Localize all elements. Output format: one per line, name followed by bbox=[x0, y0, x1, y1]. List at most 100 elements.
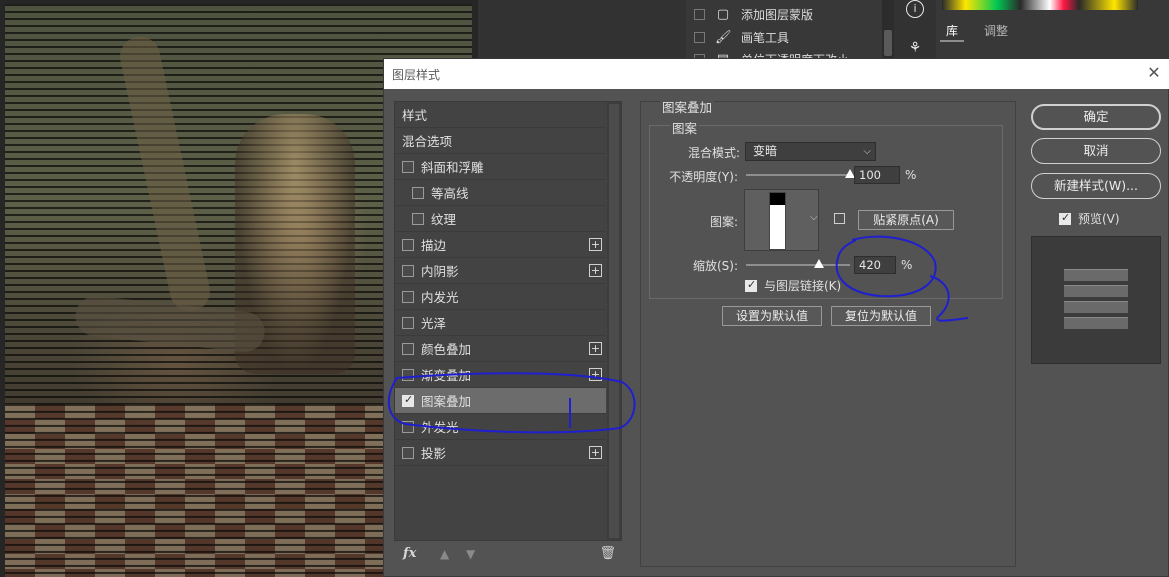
layer-style-dialog: 图层样式 ✕ 样式 混合选项 斜面和浮雕 等高线 纹理 描边 + 内阴影 + 内… bbox=[383, 58, 1169, 577]
add-style-icon[interactable]: + bbox=[589, 446, 602, 459]
trash-icon[interactable]: 🗑 bbox=[599, 546, 616, 561]
style-checkbox[interactable] bbox=[402, 420, 414, 433]
preview-stripe bbox=[1064, 301, 1128, 313]
history-checkbox[interactable] bbox=[694, 8, 705, 20]
history-item[interactable]: 🖌 画笔工具 bbox=[686, 26, 882, 48]
style-item-label: 混合选项 bbox=[402, 134, 453, 149]
tab-adjustments[interactable]: 调整 bbox=[978, 20, 1014, 42]
scrollbar-thumb[interactable] bbox=[609, 104, 619, 538]
photo-detail bbox=[116, 32, 214, 316]
history-item-label: 添加图层蒙版 bbox=[741, 7, 814, 22]
style-checkbox[interactable] bbox=[402, 238, 414, 251]
pattern-picker[interactable] bbox=[744, 189, 819, 251]
add-style-icon[interactable]: + bbox=[589, 342, 602, 355]
set-default-button[interactable]: 设置为默认值 bbox=[722, 306, 822, 326]
move-up-icon[interactable]: ▲ bbox=[440, 547, 449, 561]
preview-stripe bbox=[1064, 269, 1128, 281]
style-item-pattern-overlay[interactable]: 图案叠加 bbox=[395, 388, 606, 414]
link-with-layer-label: 与图层链接(K) bbox=[764, 279, 842, 293]
style-checkbox[interactable] bbox=[402, 264, 414, 277]
pattern-preview-fill bbox=[770, 193, 785, 205]
scale-unit: % bbox=[901, 258, 913, 272]
style-item-bevel-emboss[interactable]: 斜面和浮雕 bbox=[395, 154, 606, 180]
dialog-title: 图层样式 bbox=[392, 68, 441, 82]
group-title: 图案叠加 bbox=[660, 97, 715, 116]
info-icon[interactable]: i bbox=[906, 0, 924, 18]
reset-default-button[interactable]: 复位为默认值 bbox=[831, 306, 931, 326]
fx-icon[interactable]: fx bbox=[403, 546, 416, 561]
snap-origin-button[interactable]: 贴紧原点(A) bbox=[858, 210, 954, 230]
style-checkbox[interactable] bbox=[402, 368, 414, 381]
history-scrollbar[interactable] bbox=[882, 0, 894, 58]
style-preview-thumbnail bbox=[1031, 236, 1161, 364]
move-down-icon[interactable]: ▼ bbox=[466, 547, 475, 561]
style-checkbox[interactable] bbox=[412, 186, 424, 199]
tab-libraries[interactable]: 库 bbox=[940, 20, 965, 42]
style-checkbox[interactable] bbox=[402, 342, 414, 355]
scale-input[interactable]: 420 bbox=[854, 256, 896, 274]
new-preset-icon[interactable] bbox=[834, 213, 845, 224]
style-item-stroke[interactable]: 描边 + bbox=[395, 232, 606, 258]
preview-toggle[interactable]: 预览(V) bbox=[1059, 210, 1120, 227]
add-style-icon[interactable]: + bbox=[589, 238, 602, 251]
history-item[interactable]: ▢ 添加图层蒙版 bbox=[686, 3, 882, 25]
add-style-icon[interactable]: + bbox=[589, 264, 602, 277]
cancel-button[interactable]: 取消 bbox=[1031, 138, 1161, 164]
link-with-layer-checkbox[interactable] bbox=[745, 278, 757, 292]
opacity-slider[interactable] bbox=[746, 174, 850, 176]
style-item-label: 图案叠加 bbox=[421, 394, 472, 409]
preview-checkbox[interactable] bbox=[1059, 211, 1071, 225]
history-checkbox[interactable] bbox=[694, 31, 705, 43]
style-item-label: 内阴影 bbox=[421, 264, 459, 279]
brush-settings-icon[interactable]: ⚘ bbox=[905, 38, 925, 58]
style-item-blend-options[interactable]: 混合选项 bbox=[395, 128, 606, 154]
opacity-input[interactable]: 100 bbox=[854, 166, 900, 184]
blend-mode-select[interactable]: 变暗 ⌵ bbox=[745, 142, 876, 161]
opacity-label: 不透明度(Y): bbox=[669, 170, 738, 184]
style-item-label: 颜色叠加 bbox=[421, 342, 472, 357]
add-style-icon[interactable]: + bbox=[589, 368, 602, 381]
style-item-label: 纹理 bbox=[431, 212, 457, 227]
style-item-label: 描边 bbox=[421, 238, 447, 253]
style-item-satin[interactable]: 光泽 bbox=[395, 310, 606, 336]
opacity-unit: % bbox=[905, 168, 917, 182]
history-item-label: 画笔工具 bbox=[741, 30, 790, 45]
style-item-texture[interactable]: 纹理 bbox=[395, 206, 606, 232]
style-item-label: 等高线 bbox=[431, 186, 469, 201]
style-list-header[interactable]: 样式 bbox=[395, 102, 606, 128]
scale-slider-thumb[interactable] bbox=[813, 259, 824, 268]
style-item-gradient-overlay[interactable]: 渐变叠加 + bbox=[395, 362, 606, 388]
brush-icon: 🖌 bbox=[715, 29, 732, 45]
chevron-down-icon: ⌵ bbox=[863, 146, 871, 157]
style-item-label: 外发光 bbox=[421, 420, 459, 435]
style-item-label: 内发光 bbox=[421, 290, 459, 305]
scale-slider[interactable] bbox=[746, 264, 850, 266]
layer-mask-icon: ▢ bbox=[716, 6, 730, 22]
style-checkbox-checked[interactable] bbox=[402, 393, 414, 407]
style-checkbox[interactable] bbox=[402, 446, 414, 459]
blend-mode-value: 变暗 bbox=[753, 144, 778, 158]
style-list-header-label: 样式 bbox=[402, 108, 428, 123]
ok-button[interactable]: 确定 bbox=[1031, 104, 1161, 130]
scale-label: 缩放(S): bbox=[692, 259, 738, 273]
close-icon[interactable]: ✕ bbox=[1144, 63, 1164, 83]
style-checkbox[interactable] bbox=[412, 212, 424, 225]
style-item-drop-shadow[interactable]: 投影 + bbox=[395, 440, 606, 466]
style-item-outer-glow[interactable]: 外发光 bbox=[395, 414, 606, 440]
new-style-button[interactable]: 新建样式(W)... bbox=[1031, 173, 1161, 199]
blend-mode-label: 混合模式: bbox=[687, 146, 740, 160]
dialog-titlebar[interactable]: 图层样式 ✕ bbox=[384, 59, 1169, 89]
style-checkbox[interactable] bbox=[402, 316, 414, 329]
style-item-color-overlay[interactable]: 颜色叠加 + bbox=[395, 336, 606, 362]
libraries-panel: 库 调整 bbox=[936, 0, 1169, 58]
style-list-scrollbar[interactable] bbox=[607, 102, 621, 540]
link-with-layer-row[interactable]: 与图层链接(K) bbox=[745, 277, 841, 294]
style-item-inner-glow[interactable]: 内发光 bbox=[395, 284, 606, 310]
scrollbar-thumb[interactable] bbox=[884, 30, 892, 56]
pattern-preview bbox=[769, 192, 786, 250]
chevron-down-icon[interactable]: ⌵ bbox=[810, 212, 818, 223]
style-checkbox[interactable] bbox=[402, 290, 414, 303]
style-checkbox[interactable] bbox=[402, 160, 414, 173]
style-item-inner-shadow[interactable]: 内阴影 + bbox=[395, 258, 606, 284]
style-item-contour[interactable]: 等高线 bbox=[395, 180, 606, 206]
